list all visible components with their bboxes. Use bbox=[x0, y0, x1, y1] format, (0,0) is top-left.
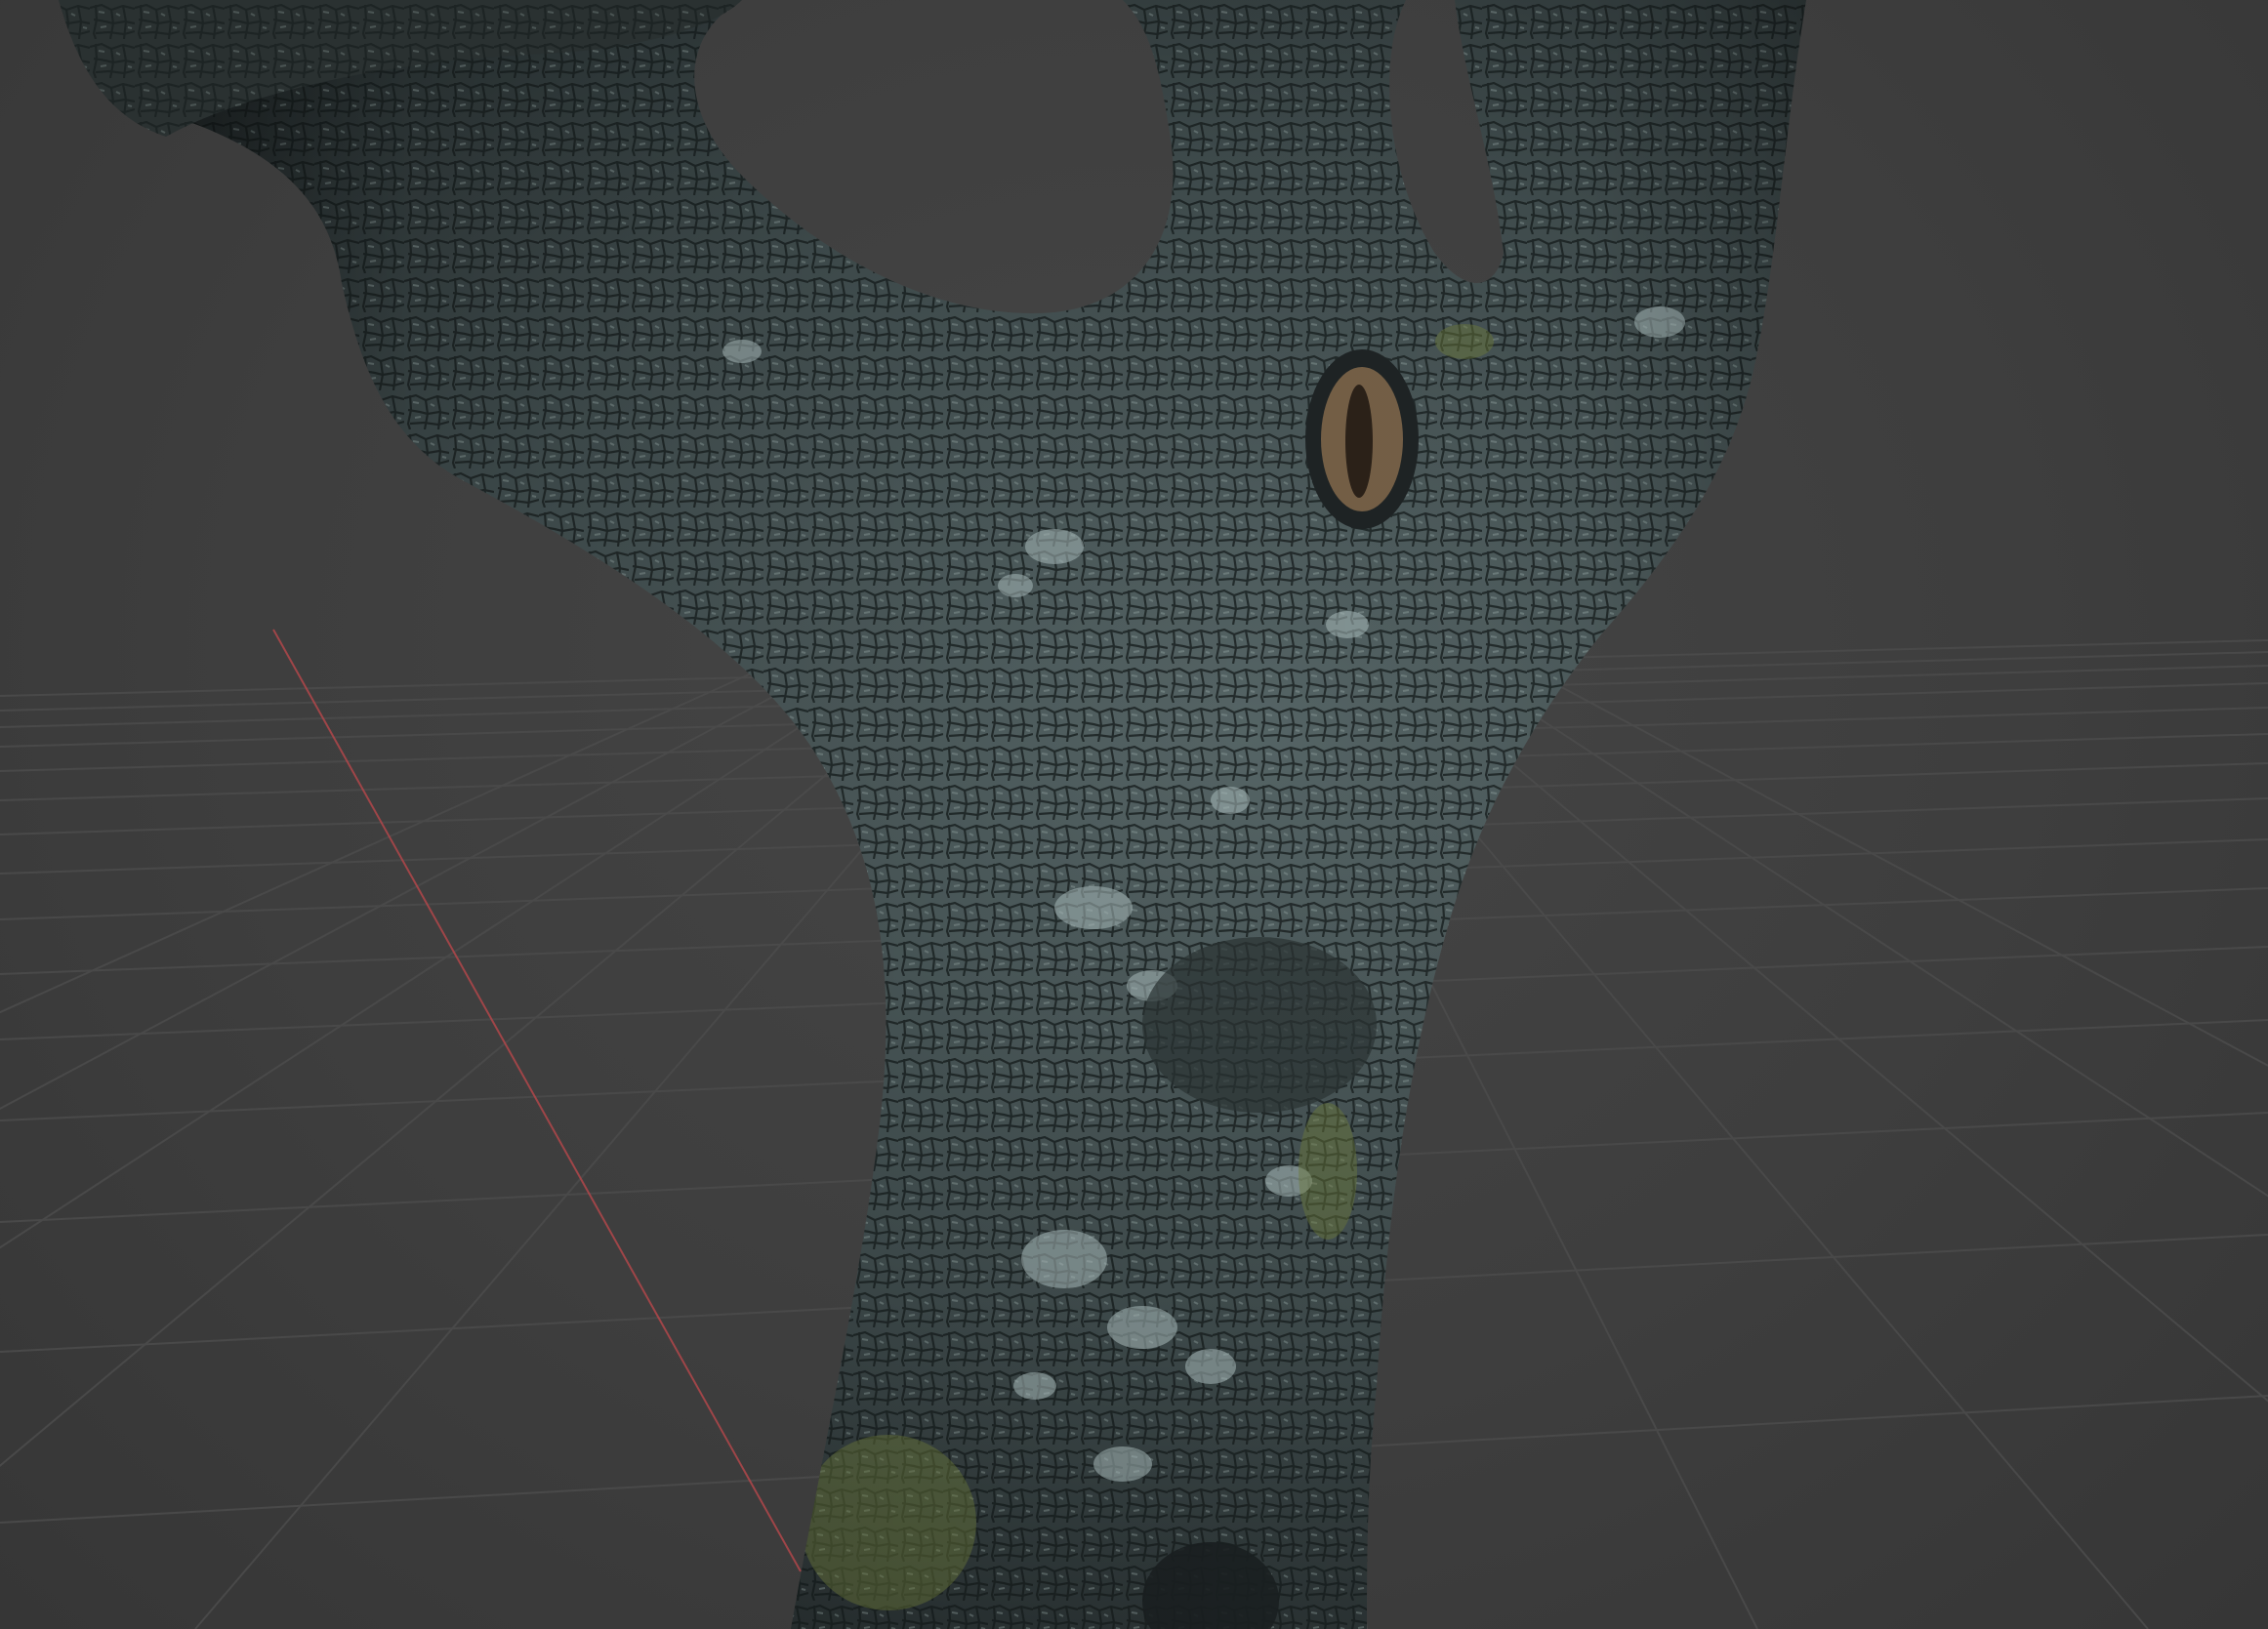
3d-viewport[interactable] bbox=[0, 0, 2268, 1629]
tree-trunk-mesh[interactable] bbox=[0, 0, 2268, 1629]
viewport-scene[interactable] bbox=[0, 0, 2268, 1629]
